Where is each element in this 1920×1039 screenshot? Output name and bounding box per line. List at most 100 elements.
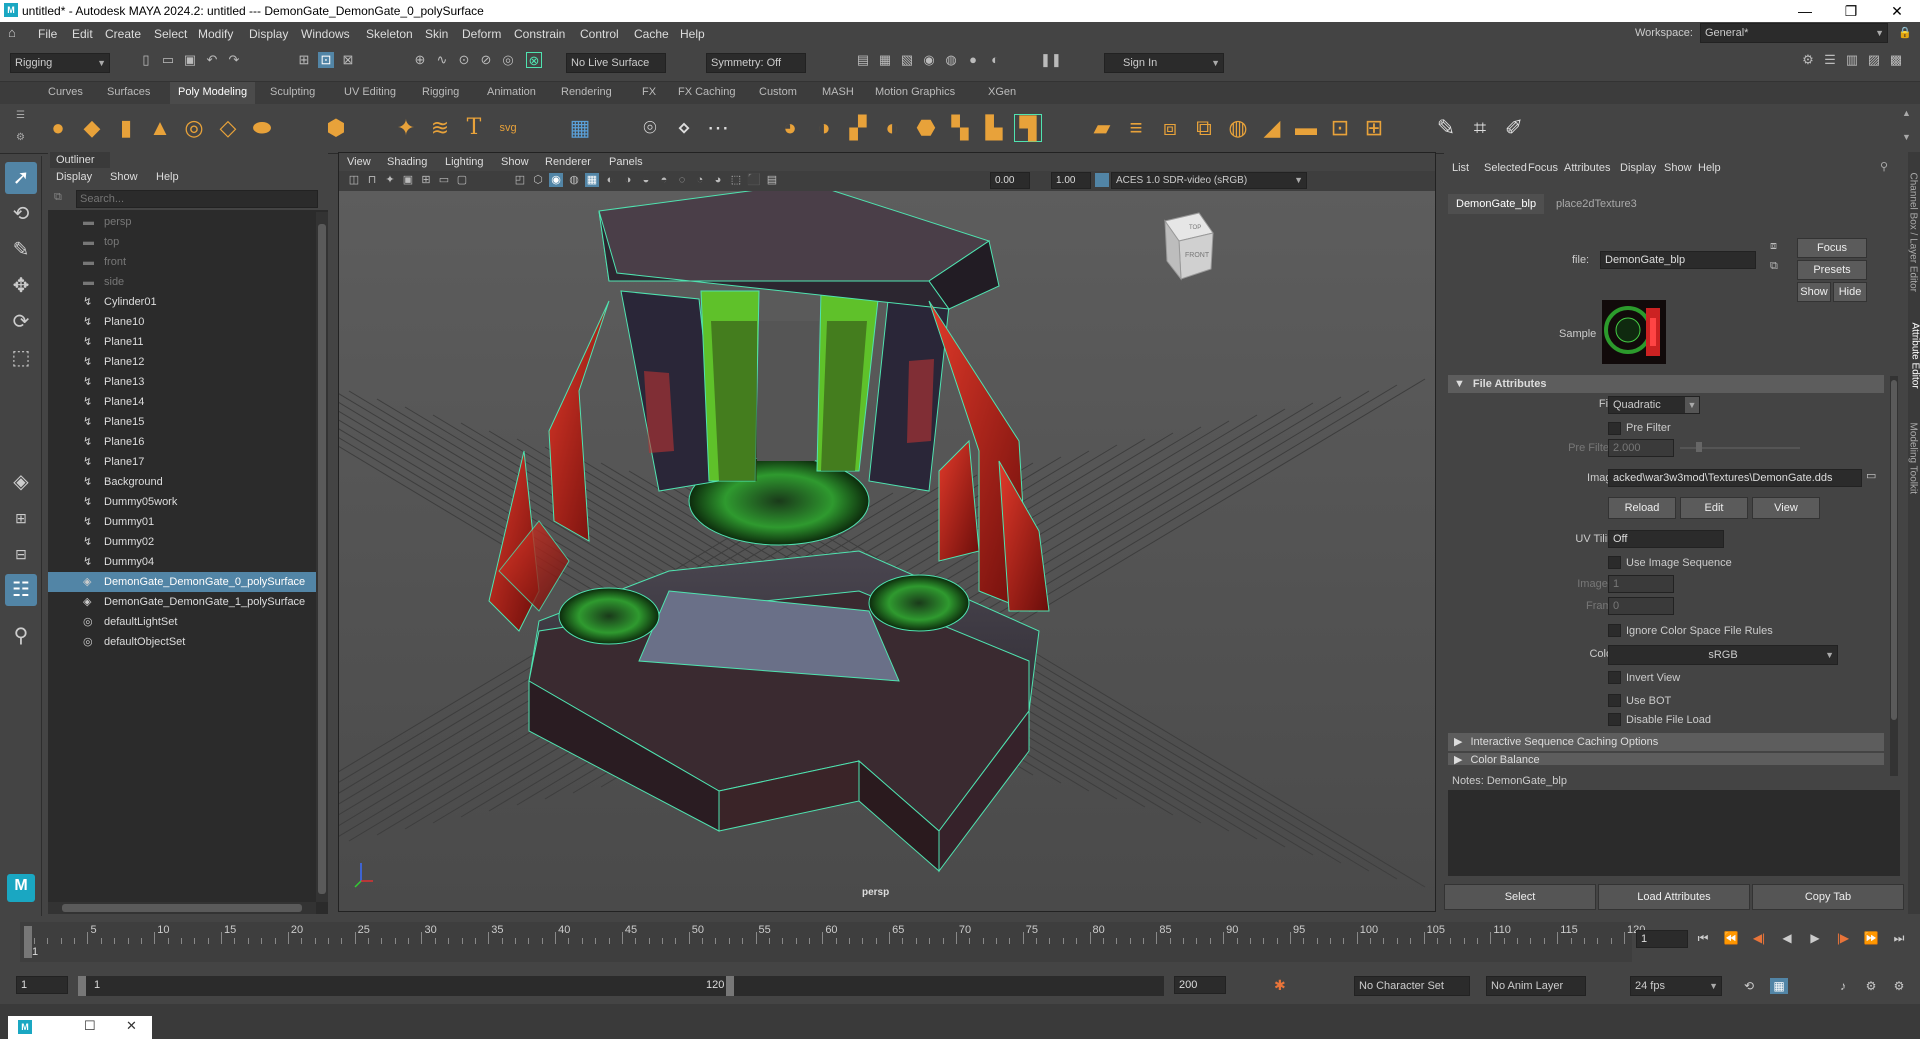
poly-torus-icon[interactable]: ◎: [180, 114, 208, 142]
shelf-tab-custom[interactable]: Custom: [759, 86, 797, 98]
grid-icon[interactable]: ⊞: [419, 173, 433, 187]
play-backwards-icon[interactable]: ◀: [1778, 930, 1796, 946]
file-attributes-section[interactable]: ▼ File Attributes: [1448, 375, 1884, 393]
fps-dropdown[interactable]: 24 fps ▼: [1630, 976, 1722, 996]
edit-button[interactable]: Edit: [1680, 497, 1748, 519]
select-hierarchy-icon[interactable]: ⊞: [296, 52, 312, 68]
redo-icon[interactable]: ↷: [226, 52, 242, 68]
open-scene-icon[interactable]: ▭: [160, 52, 176, 68]
outliner-item[interactable]: ↯ Cylinder01: [48, 292, 316, 312]
play-forwards-icon[interactable]: ▶: [1806, 930, 1824, 946]
outliner-item[interactable]: ↯ Plane14: [48, 392, 316, 412]
viewport-menu-view[interactable]: View: [347, 156, 371, 168]
frame-selected-icon[interactable]: ⬛: [747, 173, 761, 187]
outliner-item[interactable]: ↯ Plane10: [48, 312, 316, 332]
poly-cube-icon[interactable]: ◆: [78, 114, 106, 142]
move-tool-icon[interactable]: ✥: [5, 270, 37, 302]
hypershade-icon[interactable]: ◍: [943, 52, 959, 68]
playback-prefs-icon[interactable]: ⚙: [1890, 978, 1908, 994]
outliner-item[interactable]: ◎ defaultLightSet: [48, 612, 316, 632]
insert-edgeloop-icon[interactable]: ≡: [1122, 114, 1150, 142]
film-gate-icon[interactable]: ▭: [437, 173, 451, 187]
outliner-hscrollbar[interactable]: [48, 902, 316, 914]
step-back-frame-icon[interactable]: ◀|: [1750, 930, 1768, 946]
wedge-icon[interactable]: ⊞: [1360, 114, 1388, 142]
near-clip-field[interactable]: 0.00: [990, 172, 1030, 189]
four-pane-icon[interactable]: ⊞: [5, 502, 37, 534]
frame-all-icon[interactable]: ⬚: [729, 173, 743, 187]
frame-offset-field[interactable]: 0: [1608, 597, 1674, 615]
outliner-item[interactable]: ▬ persp: [48, 212, 316, 232]
retopo-icon[interactable]: ▜: [1014, 114, 1042, 142]
type-tool-icon[interactable]: T: [460, 114, 488, 142]
image-plane-icon[interactable]: ▣: [401, 173, 415, 187]
menu-create[interactable]: Create: [105, 27, 141, 41]
attribute-editor-toggle-icon[interactable]: ▥: [1844, 52, 1860, 68]
xray-joints-icon[interactable]: ◔: [693, 173, 707, 187]
time-ruler[interactable]: 5 10 15 20 25 30 35 40 45 50 55 60 65 70 75 80 85 90 95 100…: [20, 922, 1645, 962]
channel-box-tab[interactable]: Channel Box / Layer Editor: [1908, 173, 1919, 323]
multi-cut-icon[interactable]: ⧈: [1156, 114, 1184, 142]
lock-icon[interactable]: 🔒: [1898, 26, 1912, 39]
image-number-field[interactable]: 1: [1608, 575, 1674, 593]
attr-tab[interactable]: place2dTexture3: [1548, 194, 1645, 214]
minimized-window[interactable]: M ☐ ✕: [8, 1016, 152, 1039]
smooth-shade-icon[interactable]: ◉: [549, 173, 563, 187]
viewport-menu-show[interactable]: Show: [501, 156, 529, 168]
render-icon[interactable]: ▤: [855, 52, 871, 68]
attr-menu-selected[interactable]: Selected: [1484, 162, 1527, 174]
current-time-marker[interactable]: [24, 926, 32, 958]
load-attributes-button[interactable]: Load Attributes: [1598, 884, 1750, 910]
menu-skeleton[interactable]: Skeleton: [366, 27, 413, 41]
menu-deform[interactable]: Deform: [462, 27, 501, 41]
shelf-tab-rigging[interactable]: Rigging: [422, 86, 459, 98]
append-icon[interactable]: ▰: [1088, 114, 1116, 142]
shelf-tab-animation[interactable]: Animation: [487, 86, 536, 98]
outliner-hscroll-thumb[interactable]: [62, 904, 302, 912]
uv-tiling-field[interactable]: Off: [1608, 530, 1724, 548]
target-weld-icon[interactable]: ⧉: [1190, 114, 1218, 142]
character-set-dropdown[interactable]: No Character Set: [1354, 976, 1470, 996]
shelf-menu-icon[interactable]: ☰: [16, 110, 25, 121]
auto-key-icon[interactable]: ✱: [1274, 977, 1286, 994]
camera-icon[interactable]: ◫: [347, 173, 361, 187]
viewport-menu-renderer[interactable]: Renderer: [545, 156, 591, 168]
shadows-icon[interactable]: ◑: [621, 173, 635, 187]
minimize-button[interactable]: —: [1782, 0, 1828, 22]
extrude-icon[interactable]: ⋯: [704, 114, 732, 142]
outliner-item[interactable]: ↯ Plane11: [48, 332, 316, 352]
svg-tool-icon[interactable]: svg: [494, 114, 522, 142]
outliner-tab[interactable]: Outliner: [50, 152, 110, 168]
planar-map-icon[interactable]: ⌗: [1466, 114, 1494, 142]
backface-icon[interactable]: ◕: [711, 173, 725, 187]
outliner-scroll-thumb[interactable]: [318, 224, 326, 894]
sound-icon[interactable]: ♪: [1834, 978, 1852, 994]
maximize-button[interactable]: ❐: [1828, 0, 1874, 22]
attr-tab[interactable]: DemonGate_blp: [1448, 194, 1545, 214]
use-image-sequence-checkbox[interactable]: [1608, 556, 1621, 569]
go-to-start-icon[interactable]: ⏮: [1694, 930, 1712, 946]
range-track[interactable]: 1 120: [78, 976, 734, 996]
outliner-item[interactable]: ↯ Dummy02: [48, 532, 316, 552]
shelf-tab-fx[interactable]: FX: [642, 86, 656, 98]
shelf-settings-icon[interactable]: ⚙: [16, 132, 25, 143]
pre-filter-checkbox[interactable]: [1608, 422, 1621, 435]
attr-menu-list[interactable]: List: [1452, 162, 1469, 174]
close-task-icon[interactable]: ✕: [126, 1018, 137, 1034]
color-space-dropdown[interactable]: sRGB ▼: [1608, 645, 1838, 665]
home-icon[interactable]: ⌂: [8, 25, 24, 41]
save-scene-icon[interactable]: ▣: [182, 52, 198, 68]
outliner-scrollbar[interactable]: [316, 212, 328, 902]
invert-view-checkbox[interactable]: [1608, 671, 1621, 684]
mirror-icon[interactable]: ◐: [878, 114, 906, 142]
menu-constrain[interactable]: Constrain: [514, 27, 565, 41]
render-setup-icon[interactable]: ●: [965, 52, 981, 68]
character-controls-icon[interactable]: ☰: [1822, 52, 1838, 68]
outliner-item[interactable]: ▬ front: [48, 252, 316, 272]
outliner-item[interactable]: ▬ side: [48, 272, 316, 292]
show-button[interactable]: Show: [1797, 282, 1831, 302]
outliner-item[interactable]: ↯ Dummy04: [48, 552, 316, 572]
viewport-menu-panels[interactable]: Panels: [609, 156, 643, 168]
poly-disc-icon[interactable]: ⬬: [248, 114, 276, 142]
maya-home-icon[interactable]: M: [7, 874, 35, 902]
